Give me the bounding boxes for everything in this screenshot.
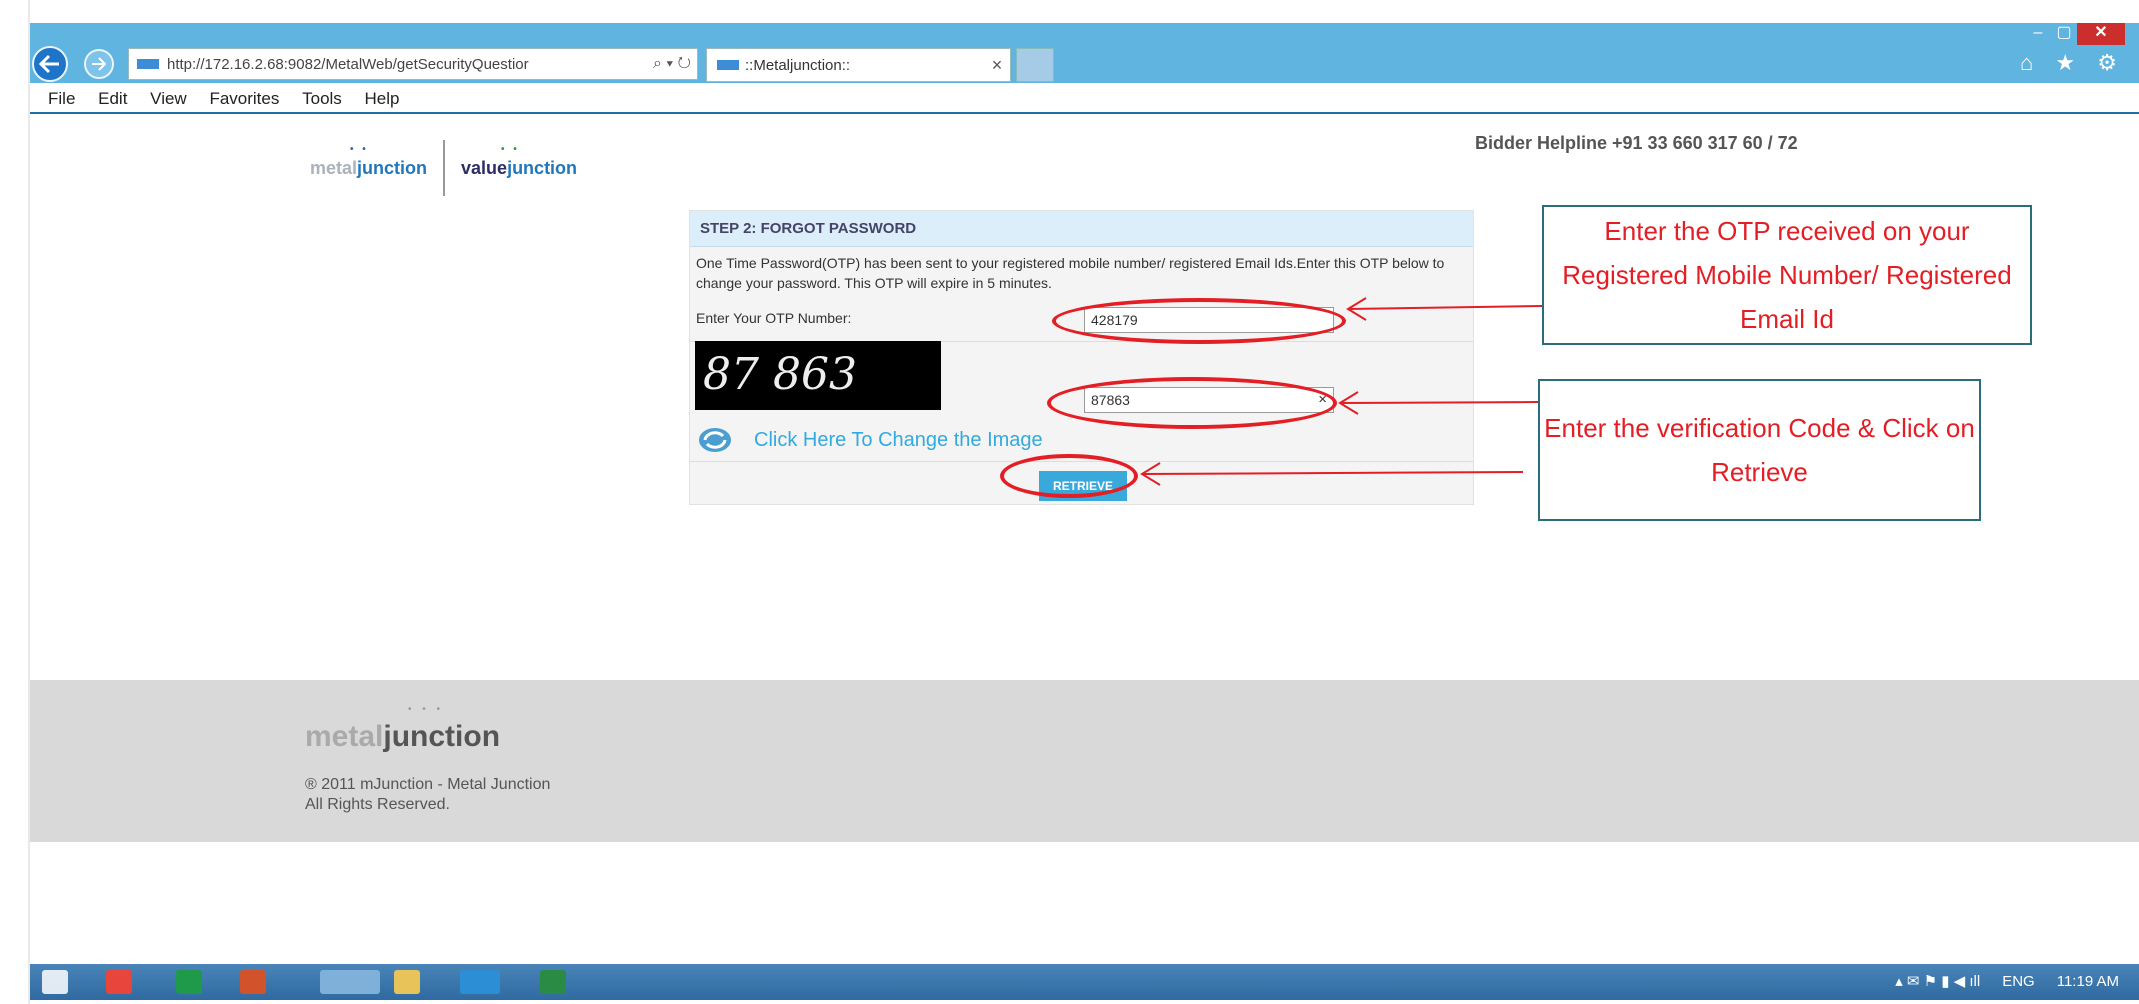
footer-logo-dots-icon: • • • (408, 704, 445, 715)
tray-clock[interactable]: 11:19 AM (2057, 964, 2119, 1000)
footer-copyright: ® 2011 mJunction - Metal Junction All Ri… (305, 776, 551, 813)
otp-instruction-callout: Enter the OTP received on your Registere… (1542, 205, 2032, 345)
start-icon[interactable] (42, 970, 68, 994)
browser-icon[interactable] (460, 970, 500, 994)
footer-logo: metaljunction (305, 720, 501, 753)
retrieve-instruction-callout: Enter the verification Code & Click on R… (1538, 379, 1981, 521)
powerpoint-icon[interactable] (240, 970, 266, 994)
windows-taskbar: ▴ ✉ ⚑ ▮ ◀ ıll ENG 11:19 AM (30, 964, 2139, 1000)
chrome-icon[interactable] (106, 970, 132, 994)
internet-explorer-icon[interactable] (320, 970, 380, 994)
page-footer: • • • metaljunction ® 2011 mJunction - M… (30, 680, 2139, 842)
tray-icons[interactable]: ▴ ✉ ⚑ ▮ ◀ ıll (1895, 964, 1980, 1000)
system-tray: ▴ ✉ ⚑ ▮ ◀ ıll ENG 11:19 AM (1895, 964, 2119, 1000)
excel-icon[interactable] (176, 970, 202, 994)
tray-language[interactable]: ENG (2002, 964, 2035, 1000)
spreadsheet-icon[interactable] (540, 970, 566, 994)
file-explorer-icon[interactable] (394, 970, 420, 994)
